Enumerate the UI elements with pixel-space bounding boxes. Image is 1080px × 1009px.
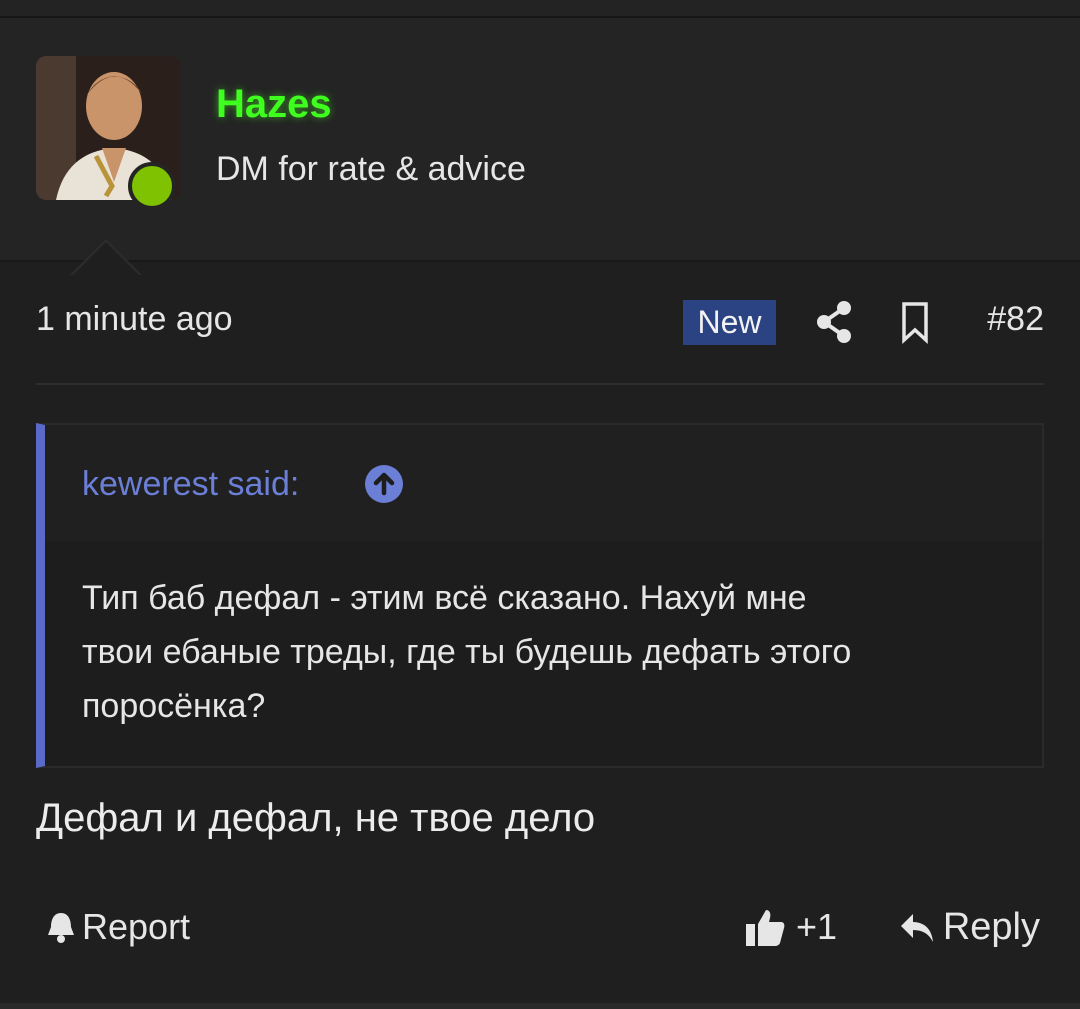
report-label: Report — [82, 906, 191, 947]
user-title: DM for rate & advice — [216, 150, 526, 188]
report-button[interactable]: Report — [44, 906, 190, 948]
post-actions: Report +1 Reply — [36, 900, 1044, 956]
caret-pointer — [72, 242, 140, 276]
new-badge: New — [683, 300, 776, 345]
like-label: +1 — [796, 906, 838, 947]
bookmark-button[interactable] — [898, 300, 932, 344]
bell-icon — [48, 913, 74, 943]
meta-divider — [36, 383, 1044, 385]
post-meta-row: 1 minute ago New #82 — [36, 296, 1044, 350]
post-user-header: Hazes DM for rate & advice — [0, 18, 1080, 276]
post-number-link[interactable]: #82 — [987, 300, 1044, 339]
reply-label: Reply — [942, 906, 1040, 948]
like-button[interactable]: +1 — [744, 906, 837, 948]
arrow-up-circle-icon — [373, 472, 395, 496]
quote-text: Тип баб дефал - этим всё сказано. Нахуй … — [82, 571, 1022, 733]
quote-header: kewerest said: — [45, 425, 1042, 541]
reply-button[interactable]: Reply — [899, 906, 1040, 949]
post-message: Дефал и дефал, не твое дело — [36, 796, 596, 840]
username-link[interactable]: Hazes — [216, 82, 332, 127]
post-bottom-border — [0, 1003, 1080, 1009]
share-button[interactable] — [814, 298, 854, 344]
top-bar — [0, 0, 1080, 18]
quote-author-link[interactable]: kewerest said: — [82, 465, 299, 504]
post-timestamp[interactable]: 1 minute ago — [36, 300, 233, 339]
quote-block: kewerest said: Тип баб дефал - этим всё … — [36, 423, 1044, 768]
quote-jump-button[interactable] — [365, 465, 403, 503]
quote-line: поросёнка? — [82, 687, 266, 725]
quote-line: твои ебаные треды, где ты будешь дефать … — [82, 633, 852, 671]
reply-arrow-icon — [900, 913, 933, 942]
bookmark-icon — [902, 302, 928, 344]
quote-line: Тип баб дефал - этим всё сказано. Нахуй … — [82, 579, 807, 617]
thumbs-up-icon — [746, 910, 785, 946]
share-icon — [817, 301, 851, 343]
avatar-container[interactable] — [36, 56, 180, 210]
online-status-indicator — [128, 162, 176, 210]
